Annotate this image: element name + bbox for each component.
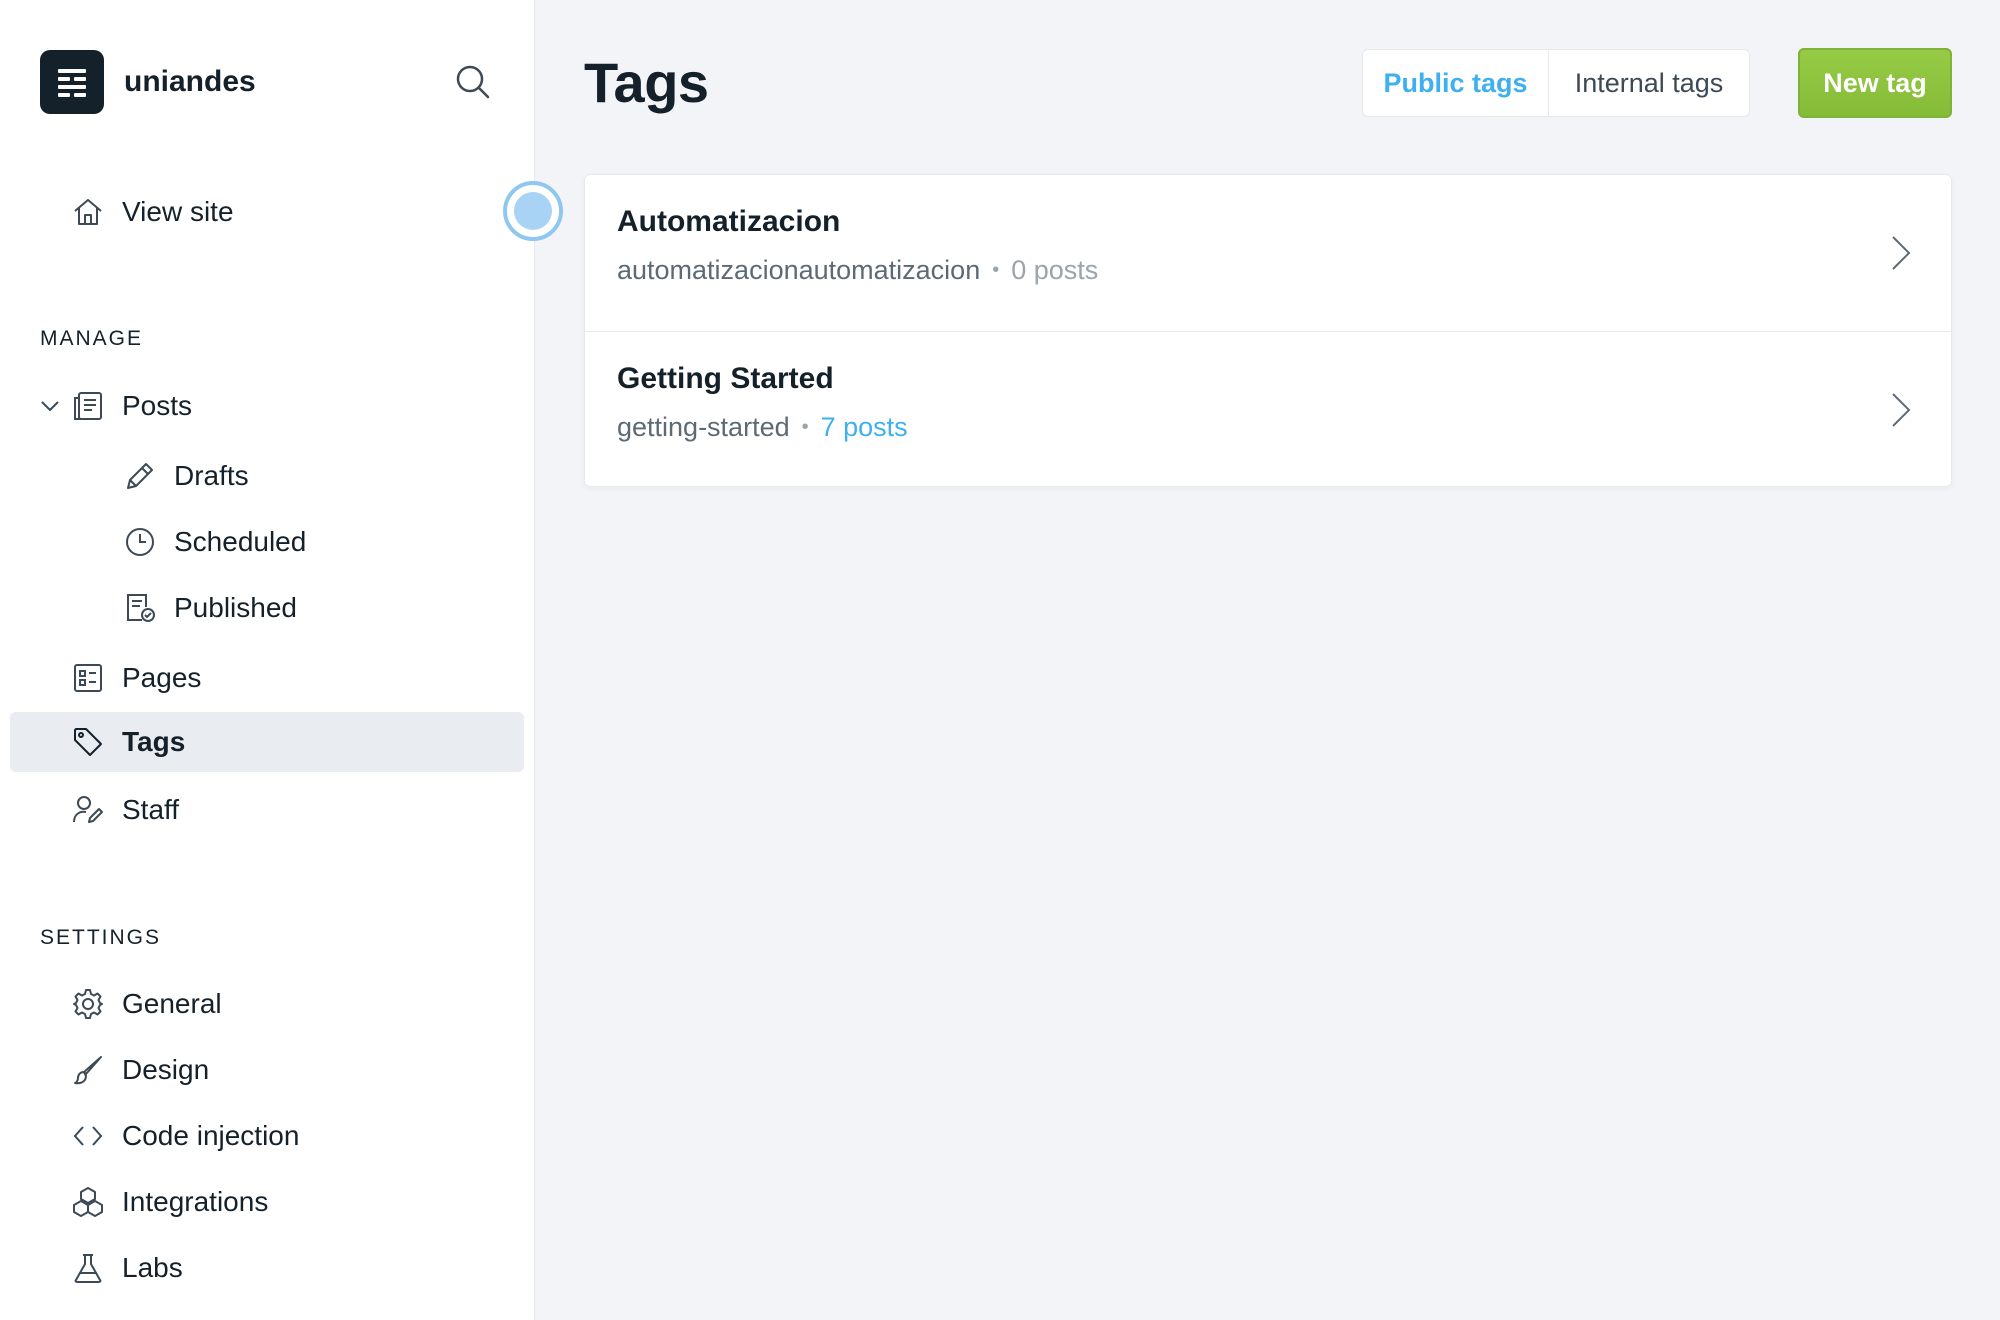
sidebar-item-scheduled[interactable]: Scheduled — [10, 512, 524, 572]
tag-slug: automatizacionautomatizacion — [617, 255, 981, 285]
pencil-icon — [124, 460, 156, 492]
tag-slug: getting-started — [617, 412, 790, 442]
posts-icon — [72, 390, 104, 422]
page-title: Tags — [584, 51, 709, 114]
published-icon — [124, 592, 156, 624]
view-site-link[interactable]: View site — [10, 182, 524, 242]
sidebar-item-design[interactable]: Design — [10, 1040, 524, 1100]
sidebar-resize-handle[interactable] — [503, 181, 563, 241]
sidebar-item-label: Scheduled — [174, 526, 307, 557]
sidebar: uniandes View site MANAGE Posts Drafts S… — [0, 0, 535, 1320]
brand-name: uniandes — [124, 65, 256, 98]
sidebar-item-published[interactable]: Published — [10, 578, 524, 638]
chevron-down-icon[interactable] — [40, 396, 60, 416]
sidebar-item-label: General — [122, 988, 222, 1019]
chevron-right-icon — [1887, 233, 1915, 273]
sidebar-item-label: Pages — [122, 662, 202, 693]
bullet-separator: • — [992, 259, 1000, 281]
tag-row[interactable]: Getting Started getting-started • 7 post… — [585, 331, 1951, 487]
sidebar-item-general[interactable]: General — [10, 974, 524, 1034]
bullet-separator: • — [801, 416, 809, 438]
sidebar-item-label: Labs — [122, 1252, 183, 1283]
code-icon — [72, 1120, 104, 1152]
staff-icon — [72, 794, 104, 826]
integrations-icon — [72, 1186, 104, 1218]
view-site-label: View site — [122, 196, 234, 227]
tag-post-count: 0 posts — [1011, 255, 1099, 285]
pages-icon — [72, 662, 104, 694]
chevron-right-icon — [1887, 390, 1915, 430]
tag-name: Getting Started — [617, 362, 834, 395]
sidebar-item-tags[interactable]: Tags — [10, 712, 524, 772]
search-icon[interactable] — [453, 62, 493, 102]
gear-icon — [72, 988, 104, 1020]
tag-list: Automatizacion automatizacionautomatizac… — [584, 174, 1952, 487]
sidebar-item-integrations[interactable]: Integrations — [10, 1172, 524, 1232]
home-icon — [72, 196, 104, 228]
sidebar-item-posts[interactable]: Posts — [10, 376, 524, 436]
tab-internal-tags[interactable]: Internal tags — [1549, 50, 1749, 116]
tab-public-tags[interactable]: Public tags — [1363, 50, 1549, 116]
sidebar-item-label: Integrations — [122, 1186, 269, 1217]
resize-handle-dot — [514, 192, 552, 230]
clock-icon — [124, 526, 156, 558]
brand[interactable]: uniandes — [40, 50, 256, 114]
sidebar-item-staff[interactable]: Staff — [10, 780, 524, 840]
sidebar-item-label: Staff — [122, 794, 180, 825]
flask-icon — [72, 1252, 104, 1284]
tag-row[interactable]: Automatizacion automatizacionautomatizac… — [585, 175, 1951, 331]
tag-meta: getting-started • 7 posts — [617, 412, 908, 443]
sidebar-item-label: Design — [122, 1054, 210, 1085]
tag-name: Automatizacion — [617, 205, 841, 238]
tag-post-count-link[interactable]: 7 posts — [821, 412, 908, 443]
brand-logo-icon — [40, 50, 104, 114]
sidebar-item-pages[interactable]: Pages — [10, 648, 524, 708]
sidebar-item-label: Code injection — [122, 1120, 300, 1151]
tag-icon — [72, 726, 104, 758]
sidebar-item-label: Published — [174, 592, 297, 623]
sidebar-item-label: Posts — [122, 390, 193, 421]
sidebar-item-label: Drafts — [174, 460, 249, 491]
sidebar-item-labs[interactable]: Labs — [10, 1238, 524, 1298]
sidebar-item-code-injection[interactable]: Code injection — [10, 1106, 524, 1166]
manage-section-title: MANAGE — [40, 327, 144, 350]
settings-section-title: SETTINGS — [40, 926, 162, 949]
sidebar-item-label: Tags — [122, 726, 186, 757]
brush-icon — [72, 1054, 104, 1086]
tag-meta: automatizacionautomatizacion • 0 posts — [617, 255, 1098, 286]
new-tag-button[interactable]: New tag — [1798, 48, 1952, 118]
sidebar-item-drafts[interactable]: Drafts — [10, 446, 524, 506]
tag-type-filter: Public tags Internal tags — [1362, 49, 1750, 117]
